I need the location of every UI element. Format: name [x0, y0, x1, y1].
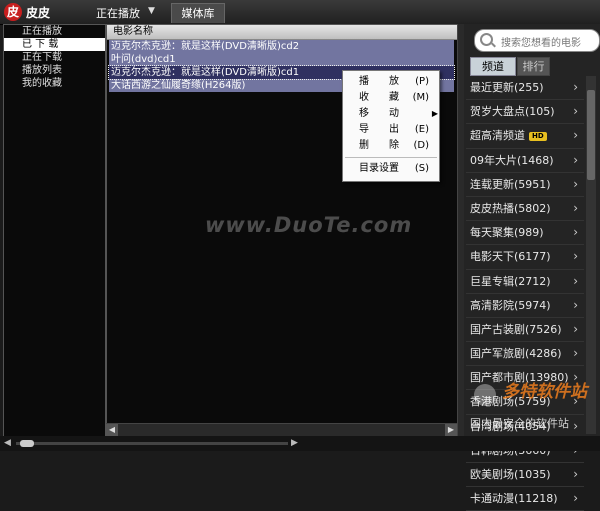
- nav-item-downloaded[interactable]: 已 下 载: [4, 38, 105, 51]
- menu-item-directory-settings[interactable]: 目录设置 (S): [359, 160, 429, 178]
- search-placeholder: 搜索您想看的电影: [501, 38, 581, 49]
- chevron-right-icon: ›: [573, 225, 578, 240]
- menu-item-delete[interactable]: 删 除 (D): [359, 137, 429, 155]
- chevron-right-icon: ›: [573, 297, 578, 312]
- site-logo-icon: [474, 384, 496, 406]
- channel-item[interactable]: 国产古装剧(7526) ›: [466, 318, 584, 343]
- tab-ranking[interactable]: 排行: [517, 57, 550, 76]
- scroll-left-icon[interactable]: ◀: [4, 438, 11, 448]
- nav-item-downloading[interactable]: 正在下载: [4, 51, 105, 64]
- channel-item[interactable]: 巨星专辑(2712) ›: [466, 270, 584, 294]
- site-brand-name: 多特软件站: [502, 382, 587, 402]
- bottom-scroll-track[interactable]: [16, 442, 288, 445]
- chevron-right-icon: ›: [573, 200, 578, 215]
- channel-list-scroll-thumb[interactable]: [587, 90, 595, 180]
- channel-item[interactable]: 高清影院(5974) ›: [466, 294, 584, 318]
- scroll-right-icon[interactable]: ▶: [445, 424, 457, 436]
- menu-separator: [345, 157, 437, 158]
- library-nav: 正在播放 已 下 载 正在下载 播放列表 我的收藏: [3, 24, 106, 438]
- channel-item[interactable]: 每天聚集(989) ›: [466, 221, 584, 246]
- bottom-scroll-thumb[interactable]: [20, 440, 34, 447]
- chevron-right-icon: ›: [573, 152, 578, 167]
- site-watermark: www.DuoTe.com: [205, 213, 413, 237]
- movie-list-vertical-scrollbar[interactable]: [457, 24, 464, 436]
- channel-item[interactable]: 卡通动漫(11218) ›: [466, 487, 584, 511]
- app-title: 皮皮: [26, 6, 51, 20]
- chevron-right-icon: ›: [573, 467, 578, 481]
- chevron-right-icon: ›: [573, 418, 578, 433]
- channel-item[interactable]: 电影天下(6177) ›: [466, 245, 584, 270]
- chevron-right-icon: ›: [573, 491, 578, 506]
- chevron-right-icon: ›: [573, 273, 578, 288]
- search-icon: [480, 33, 493, 46]
- chevron-right-icon: ›: [573, 104, 578, 119]
- movie-row[interactable]: 叶问(dvd)cd1: [109, 53, 454, 66]
- tab-media-library[interactable]: 媒体库: [171, 3, 225, 23]
- tab-channels[interactable]: 频道: [470, 57, 516, 76]
- scroll-left-icon[interactable]: ◀: [106, 424, 118, 436]
- chevron-right-icon: ›: [573, 176, 578, 191]
- chevron-right-icon: ›: [573, 128, 578, 143]
- channel-item[interactable]: 国产军旅剧(4286) ›: [466, 342, 584, 367]
- chevron-right-icon: ›: [573, 80, 578, 94]
- channel-item[interactable]: 连载更新(5951) ›: [466, 173, 584, 197]
- nav-item-now-playing[interactable]: 正在播放: [4, 25, 105, 38]
- app-logo-icon[interactable]: 皮: [4, 3, 22, 21]
- chevron-right-icon: ›: [573, 346, 578, 361]
- channel-item[interactable]: 欧美剧场(1035) ›: [466, 463, 584, 488]
- search-box[interactable]: 搜索您想看的电影: [474, 29, 600, 52]
- nav-item-favorites[interactable]: 我的收藏: [4, 77, 105, 90]
- channel-item[interactable]: 最近更新(255) ›: [466, 76, 584, 101]
- submenu-arrow-icon: ▶: [431, 109, 438, 118]
- channel-item[interactable]: 超高清频道 HD ›: [466, 124, 584, 149]
- status-bar: ◀ ▶: [0, 436, 600, 451]
- scroll-right-icon[interactable]: ▶: [291, 438, 298, 448]
- hd-badge: HD: [529, 131, 547, 141]
- movie-row[interactable]: 迈克尔杰克逊：就是这样(DVD清晰版)cd2: [109, 40, 454, 53]
- nav-item-playlist[interactable]: 播放列表: [4, 64, 105, 77]
- channel-item[interactable]: 皮皮热播(5802) ›: [466, 197, 584, 222]
- site-brand-slogan: 国内最安全的软件站: [470, 417, 569, 430]
- channel-item[interactable]: 09年大片(1468) ›: [466, 149, 584, 173]
- chevron-right-icon: ›: [573, 249, 578, 264]
- movie-list-horizontal-scrollbar[interactable]: ◀ ▶: [106, 423, 457, 436]
- title-bar: 皮 皮皮 正在播放 ▼ 媒体库: [0, 0, 600, 25]
- chevron-down-icon[interactable]: ▼: [148, 6, 155, 16]
- column-header-movie-name[interactable]: 电影名称: [107, 25, 458, 40]
- tab-now-playing[interactable]: 正在播放: [96, 5, 140, 21]
- chevron-right-icon: ›: [573, 321, 578, 336]
- channel-item[interactable]: 贺岁大盘点(105) ›: [466, 100, 584, 125]
- context-menu: 播 放 (P) 收 藏 (M) 移 动 ▶ 导 出 (E) 删 除 (D) 目录…: [342, 70, 440, 182]
